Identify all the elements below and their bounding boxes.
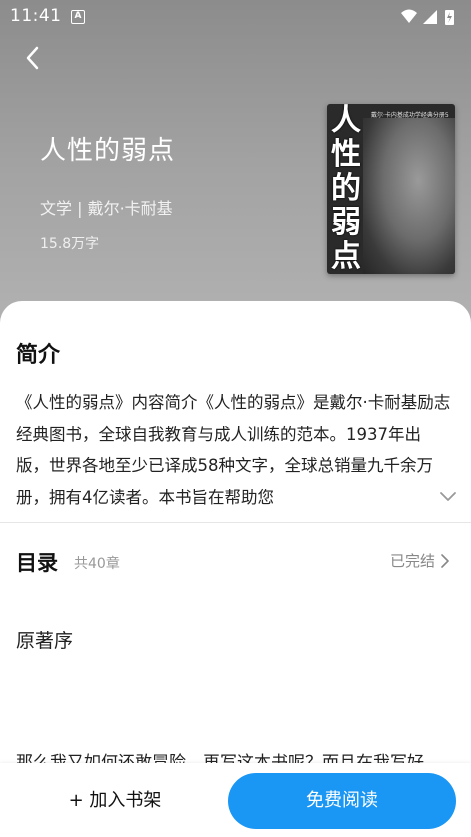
chevron-right-icon [441,553,449,568]
toc-status-link[interactable]: 已完结 [390,550,449,571]
notification-a-icon: A [71,10,85,24]
chevron-down-icon [440,492,456,501]
cover-title-char: 弱 [331,205,361,240]
expand-intro-button[interactable] [438,487,458,507]
details-sheet: 简介 《人性的弱点》内容简介《人性的弱点》是戴尔·卡耐基励志经典图书，全球自我教… [0,301,471,837]
chevron-left-icon [26,46,39,70]
cover-title-char: 性 [331,137,361,172]
cover-title-char: 的 [331,171,361,206]
cover-tagline: 戴尔·卡内基成功学经典分册5 [371,112,449,119]
toc-heading: 目录 [16,550,58,575]
section-divider [0,522,471,523]
status-bar: 11:41 A [0,0,471,34]
status-time: 11:41 [10,6,62,26]
bottom-action-bar: + 加入书架 免费阅读 [0,763,471,837]
signal-icon [423,10,437,24]
book-title: 人性的弱点 [40,136,176,166]
book-header: 11:41 A 人性的弱点 文学 | 戴尔·卡耐基 15.8万字 人 性 的 弱… [0,0,471,340]
wifi-icon [401,9,417,23]
add-to-shelf-button[interactable]: + 加入书架 [40,785,190,817]
intro-heading: 简介 [16,342,61,368]
book-category-author: 文学 | 戴尔·卡耐基 [40,199,173,218]
cover-title-char: 人 [331,104,361,138]
chapter-item[interactable]: 原著序 [16,626,73,653]
cover-portrait [363,118,455,274]
back-button[interactable] [14,40,50,76]
book-word-count: 15.8万字 [40,236,100,252]
toc-chapter-count: 共40章 [74,556,120,572]
cover-title: 人 性 的 弱 点 [331,104,371,274]
status-icons [401,9,454,25]
toc-status-label: 已完结 [389,552,435,570]
free-read-button[interactable]: 免费阅读 [228,773,456,829]
cover-title-char: 点 [331,239,361,274]
book-cover[interactable]: 人 性 的 弱 点 戴尔·卡内基成功学经典分册5 [327,104,455,274]
